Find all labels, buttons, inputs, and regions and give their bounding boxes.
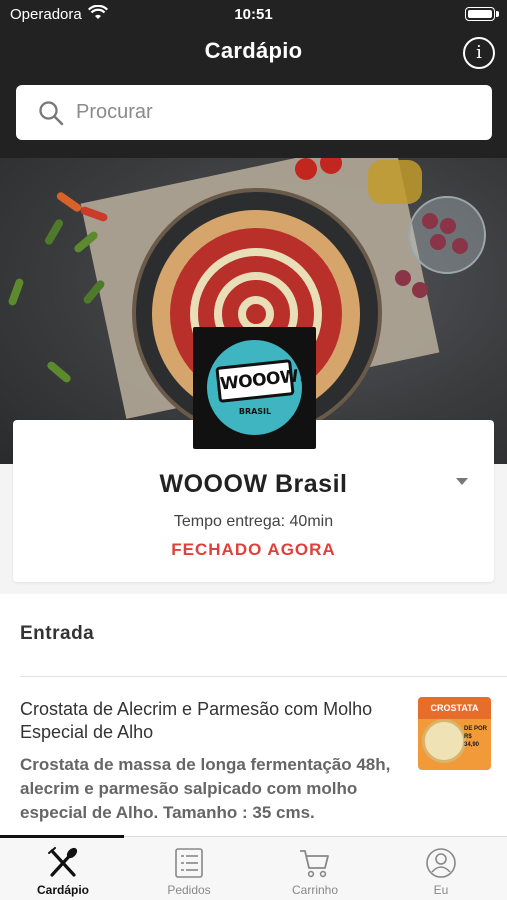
tomato [295, 158, 317, 180]
tab-label: Pedidos [167, 883, 211, 897]
herb-leaf [7, 277, 25, 307]
oil-bottle [368, 160, 422, 204]
header-area: Operadora 10:51 Cardápio i [0, 0, 507, 158]
garlic-clove [452, 238, 468, 254]
thumb-price: DE POR R$ 34,90 [464, 726, 488, 748]
garlic-clove [430, 234, 446, 250]
menu-list: Entrada Crostata de Alecrim e Parmesão c… [0, 594, 507, 836]
list-icon [172, 847, 206, 879]
fork-knife-icon [46, 847, 80, 879]
restaurant-logo: WOOOW! BRASIL [193, 327, 316, 449]
status-badge: FECHADO AGORA [171, 540, 336, 559]
tab-carrinho[interactable]: Carrinho [252, 837, 378, 900]
menu-item-image[interactable]: CROSTATA DE POR R$ 34,90 [418, 697, 491, 770]
status-bar: Operadora 10:51 [0, 0, 507, 28]
garlic-clove [422, 213, 438, 229]
tab-bar: Cardápio Pedidos Carrinho Eu [0, 835, 507, 900]
chili [55, 190, 83, 214]
thumb-heading: CROSTATA [418, 697, 491, 719]
herb-leaf [43, 217, 65, 247]
herb-leaf [45, 359, 73, 385]
garlic-clove [395, 270, 411, 286]
clock: 10:51 [234, 6, 273, 23]
thumb-pizza [422, 719, 466, 763]
battery-icon [465, 7, 495, 21]
menu-item-description[interactable]: Crostata de massa de longa fermentação 4… [20, 753, 405, 825]
user-icon [424, 847, 458, 879]
garlic-clove [412, 282, 428, 298]
tab-cardapio[interactable]: Cardápio [0, 837, 126, 900]
search-input[interactable] [76, 93, 476, 131]
battery-tip [496, 11, 499, 17]
page-title: Cardápio [204, 38, 303, 63]
info-icon[interactable]: i [463, 37, 495, 69]
menu-item-title[interactable]: Crostata de Alecrim e Parmesão com Molho… [20, 698, 400, 744]
divider [20, 676, 507, 677]
restaurant-name: WOOOW Brasil [159, 470, 348, 498]
chevron-down-icon[interactable] [456, 478, 468, 485]
search-icon [38, 100, 64, 131]
garlic-bowl [408, 196, 486, 274]
logo-subtext: BRASIL [238, 407, 272, 416]
tab-pedidos[interactable]: Pedidos [126, 837, 252, 900]
tab-eu[interactable]: Eu [378, 837, 504, 900]
tab-label: Eu [433, 883, 449, 897]
delivery-time: Tempo entrega: 40min [173, 513, 334, 530]
section-title: Entrada [20, 623, 95, 644]
cart-icon [298, 847, 332, 879]
tab-label: Carrinho [291, 883, 339, 897]
garlic-clove [440, 218, 456, 234]
tab-label: Cardápio [36, 883, 89, 897]
search-bar[interactable] [16, 85, 492, 140]
